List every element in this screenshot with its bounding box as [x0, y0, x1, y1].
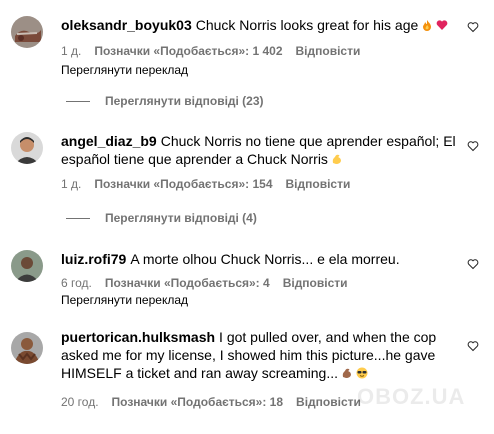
- reply-button[interactable]: Відповісти: [283, 276, 348, 290]
- watermark-logo: OBOZ.UA: [357, 384, 466, 409]
- like-heart-icon[interactable]: [467, 21, 479, 33]
- timestamp: 1 д.: [61, 44, 82, 58]
- comment-body: luiz.rofi79 A morte olhou Chuck Norris...…: [61, 250, 458, 268]
- username[interactable]: luiz.rofi79: [61, 251, 126, 267]
- likes-count[interactable]: Позначки «Подобається»: 1 402: [94, 44, 282, 58]
- reply-button[interactable]: Відповісти: [286, 177, 351, 191]
- likes-count[interactable]: Позначки «Подобається»: 4: [105, 276, 270, 290]
- divider: [66, 101, 90, 103]
- username[interactable]: angel_diaz_b9: [61, 133, 157, 149]
- comment-meta: 6 год. Позначки «Подобається»: 4 Відповіст…: [61, 276, 361, 290]
- view-replies-button[interactable]: Переглянути відповіді (4): [66, 211, 257, 225]
- likes-count[interactable]: Позначки «Подобається»: 154: [94, 177, 272, 191]
- reply-button[interactable]: Відповісти: [296, 395, 361, 409]
- flexed-biceps-emoji: [332, 154, 341, 164]
- fire-emoji: [423, 20, 432, 31]
- comment-text: Chuck Norris looks great for his age: [195, 17, 419, 33]
- red-heart-emoji: [436, 20, 448, 30]
- sunglasses-face-emoji: [356, 367, 368, 379]
- comment-body: puertorican.hulksmash I got pulled over, …: [61, 328, 458, 382]
- flexed-biceps-emoji: [342, 368, 351, 378]
- view-replies-label: Переглянути відповіді (4): [105, 211, 257, 225]
- avatar[interactable]: [11, 16, 43, 48]
- comment-meta: 1 д. Позначки «Подобається»: 1 402 Відпові…: [61, 44, 373, 58]
- see-translation-link[interactable]: Переглянути переклад: [61, 293, 188, 307]
- reply-button[interactable]: Відповісти: [296, 44, 361, 58]
- comment-meta: 1 д. Позначки «Подобається»: 154 Відповіст…: [61, 177, 363, 191]
- like-heart-icon[interactable]: [467, 140, 479, 152]
- comment-body: oleksandr_boyuk03 Chuck Norris looks grea…: [61, 16, 458, 34]
- view-replies-label: Переглянути відповіді (23): [105, 94, 264, 108]
- likes-count[interactable]: Позначки «Подобається»: 18: [112, 395, 283, 409]
- avatar[interactable]: [11, 332, 43, 364]
- timestamp: 1 д.: [61, 177, 82, 191]
- username[interactable]: oleksandr_boyuk03: [61, 17, 192, 33]
- like-heart-icon[interactable]: [467, 340, 479, 352]
- timestamp: 6 год.: [61, 276, 92, 290]
- avatar[interactable]: [11, 250, 43, 282]
- comment-meta: 20 год. Позначки «Подобається»: 18 Відпові…: [61, 395, 374, 409]
- timestamp: 20 год.: [61, 395, 99, 409]
- divider: [66, 218, 90, 220]
- view-replies-button[interactable]: Переглянути відповіді (23): [66, 94, 264, 108]
- username[interactable]: puertorican.hulksmash: [61, 329, 215, 345]
- comment-body: angel_diaz_b9 Chuck Norris no tiene que a…: [61, 132, 458, 168]
- avatar[interactable]: [11, 132, 43, 164]
- comment-text: A morte olhou Chuck Norris... e ela morr…: [130, 251, 400, 267]
- like-heart-icon[interactable]: [467, 258, 479, 270]
- see-translation-link[interactable]: Переглянути переклад: [61, 63, 188, 77]
